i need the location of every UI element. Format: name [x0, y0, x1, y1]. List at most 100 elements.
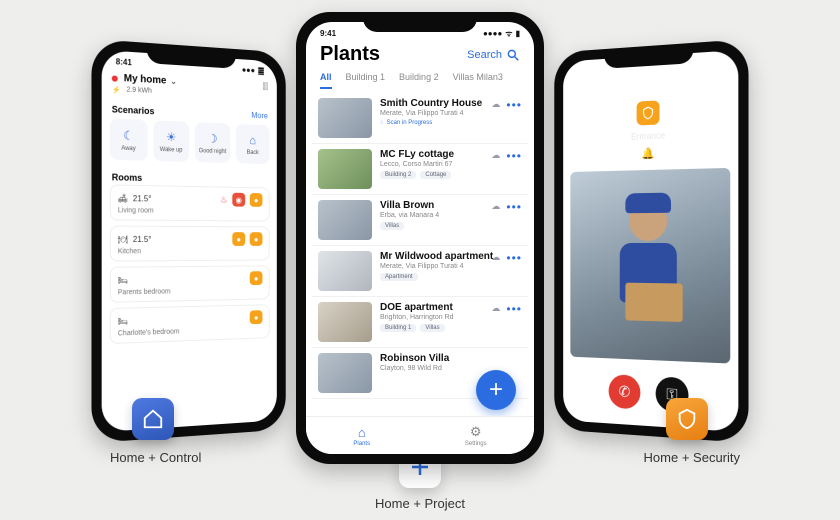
scenario-label: Away: [121, 145, 136, 152]
scenario-label: Good night: [199, 148, 227, 155]
spinner-icon: ◌: [380, 120, 384, 126]
room-name: Kitchen: [118, 248, 263, 256]
scenario-away[interactable]: ☾Away: [110, 118, 147, 160]
scenario-wakeup[interactable]: ☀Wake up: [153, 120, 189, 162]
screen-home-control: 8:41 ●●●䷀ My home ⌄ ⫿⫿ ⚡ 2.9 kWh Scenari…: [102, 50, 277, 432]
plant-thumbnail: [318, 302, 372, 342]
room-name: Living room: [118, 207, 263, 216]
cloud-icon: ☁: [491, 201, 500, 212]
plant-tag: Villas: [420, 324, 444, 332]
scenarios-more-link[interactable]: More: [251, 111, 268, 122]
room-card[interactable]: 🛏 ● Parents bedroom: [110, 265, 270, 302]
plant-row[interactable]: Smith Country House Merate, Via Filippo …: [312, 93, 528, 144]
tab-all[interactable]: All: [320, 72, 332, 89]
rooms-heading: Rooms: [112, 172, 142, 183]
call-controls: ✆ ⚿: [563, 372, 738, 416]
delivery-person: [610, 201, 686, 323]
scenario-label: Wake up: [160, 146, 183, 153]
camera-badge[interactable]: ◉: [232, 193, 245, 207]
scenarios-row: ☾Away ☀Wake up ☽ Good night ⌂ Back: [102, 116, 277, 170]
camera-feed[interactable]: [570, 168, 730, 364]
nav-label: Plants: [353, 441, 370, 447]
status-time: 9:41: [320, 29, 336, 38]
bed-icon: 🛏: [118, 275, 128, 284]
app-icon-home-control[interactable]: [132, 398, 174, 440]
plant-tag: Building 1: [380, 324, 416, 332]
plant-thumbnail: [318, 98, 372, 138]
light-badge[interactable]: ●: [250, 310, 263, 324]
scenarios-heading: Scenarios: [112, 104, 155, 116]
add-plant-button[interactable]: +: [476, 370, 516, 410]
phone-home-security: ●●●ᯤ▮ Entrance 🔔 ✆ ⚿: [554, 39, 748, 443]
nav-plants[interactable]: ⌂Plants: [353, 425, 370, 447]
night-icon: ☽: [207, 131, 217, 145]
camera-label: Entrance: [563, 127, 738, 144]
plant-row[interactable]: MC FLy cottage Lecco, Corso Martiri 67 B…: [312, 144, 528, 195]
tab-building2[interactable]: Building 2: [399, 72, 439, 89]
notch: [363, 12, 477, 32]
plant-address: Brighton, Harrington Rd: [380, 314, 522, 321]
cloud-icon: ☁: [491, 99, 500, 110]
phone-down-icon: ✆: [619, 382, 631, 400]
scenario-goodnight[interactable]: ☽ Good night: [195, 122, 230, 163]
plus-icon: +: [489, 376, 503, 404]
caption-home-project: Home + Project: [375, 496, 465, 511]
light-badge[interactable]: ●: [250, 193, 263, 207]
light-badge[interactable]: ●: [232, 232, 245, 246]
plant-row[interactable]: Mr Wildwood apartment Merate, Via Filipp…: [312, 246, 528, 297]
plant-tag: Building 2: [380, 171, 416, 179]
cloud-icon: ☁: [491, 303, 500, 314]
plant-name: Robinson Villa: [380, 353, 522, 364]
scenario-back[interactable]: ⌂ Back: [236, 124, 270, 164]
room-card[interactable]: 🛋 21.5° ♨ ◉ ● Living room: [110, 184, 270, 221]
home-icon: ⌂: [358, 425, 366, 440]
screen-home-project: 9:41 ●●●●ᯤ▮ Plants Search All Building 1…: [306, 22, 534, 454]
tab-building1[interactable]: Building 1: [346, 72, 386, 89]
more-icon[interactable]: •••: [506, 153, 522, 159]
decline-call-button[interactable]: ✆: [609, 374, 641, 409]
cloud-icon: ☁: [491, 150, 500, 161]
plant-thumbnail: [318, 200, 372, 240]
plant-list: Smith Country House Merate, Via Filippo …: [306, 89, 534, 399]
chevron-down-icon: ⌄: [170, 77, 176, 86]
room-name: Parents bedroom: [118, 287, 263, 297]
gear-icon: ⚙: [470, 424, 482, 440]
phone-home-control: 8:41 ●●●䷀ My home ⌄ ⫿⫿ ⚡ 2.9 kWh Scenari…: [91, 39, 285, 443]
search-icon: [506, 48, 520, 62]
plant-address: Merate, Via Filippo Turati 4: [380, 110, 522, 117]
room-card[interactable]: 🍽21.5°●● Kitchen: [110, 226, 270, 262]
more-icon[interactable]: •••: [506, 306, 522, 312]
page-title: Plants: [320, 43, 380, 66]
light-badge[interactable]: ●: [250, 232, 263, 246]
room-temp: 21.5°: [133, 194, 216, 204]
more-icon[interactable]: •••: [506, 102, 522, 108]
status-indicators: ●●●ᯤ▮: [692, 57, 724, 70]
screen-home-security: ●●●ᯤ▮ Entrance 🔔 ✆ ⚿: [563, 50, 738, 432]
search-label: Search: [467, 49, 502, 61]
plant-row[interactable]: Villa Brown Erba, via Manara 4 Villas ☁•…: [312, 195, 528, 246]
home-selector[interactable]: My home ⌄: [112, 72, 177, 87]
scenario-label: Back: [247, 149, 259, 155]
caption-home-control: Home + Control: [110, 450, 201, 465]
room-temp: 21.5°: [133, 234, 228, 243]
home-icon: ⌂: [249, 133, 256, 147]
stats-icon[interactable]: ⫿⫿: [263, 81, 268, 92]
status-indicators: ●●●●ᯤ▮: [483, 28, 520, 39]
plant-row[interactable]: DOE apartment Brighton, Harrington Rd Bu…: [312, 297, 528, 348]
status-time: 8:41: [116, 57, 132, 67]
more-icon[interactable]: •••: [506, 255, 522, 261]
home-name: My home: [124, 73, 167, 87]
bed-icon: 🛋: [118, 193, 128, 202]
room-card[interactable]: 🛏● Charlotte's bedroom: [110, 304, 270, 344]
light-badge[interactable]: ●: [250, 271, 263, 285]
flame-icon: ♨: [220, 194, 228, 205]
more-icon[interactable]: •••: [506, 204, 522, 210]
energy-value: 2.9 kWh: [126, 86, 151, 95]
tab-villas[interactable]: Villas Milan3: [453, 72, 503, 89]
plant-address: Erba, via Manara 4: [380, 212, 522, 219]
search-button[interactable]: Search: [467, 48, 520, 62]
nav-settings[interactable]: ⚙Settings: [465, 424, 487, 447]
app-icon-home-security[interactable]: [666, 398, 708, 440]
plant-address: Merate, Via Filippo Turati 4: [380, 263, 522, 270]
bottom-nav: ⌂Plants ⚙Settings: [306, 416, 534, 454]
